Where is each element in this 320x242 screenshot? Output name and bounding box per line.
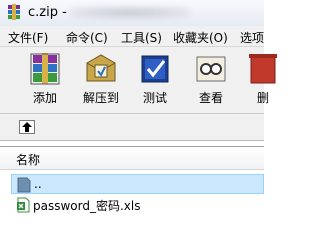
test-archive-icon bbox=[141, 55, 169, 83]
toolbar: 添加 解压到 测试 查看 删 bbox=[0, 47, 277, 114]
winrar-app-icon[interactable] bbox=[6, 4, 22, 23]
menu-bar: 文件(F) 命令(C) 工具(S) 收藏夹(O) 选项 bbox=[0, 26, 264, 47]
excel-file-icon bbox=[16, 197, 30, 216]
menu-file[interactable]: 文件(F) bbox=[8, 29, 48, 46]
extract-to-button[interactable]: 解压到 bbox=[74, 51, 128, 111]
address-bar bbox=[0, 114, 264, 141]
add-button[interactable]: 添加 bbox=[18, 51, 72, 111]
add-archive-icon bbox=[30, 53, 60, 85]
parent-folder-icon bbox=[17, 177, 31, 196]
menu-tools[interactable]: 工具(S) bbox=[121, 29, 162, 46]
add-label: 添加 bbox=[32, 91, 57, 105]
delete-label: 删 bbox=[256, 91, 269, 105]
view-button[interactable]: 查看 bbox=[184, 51, 238, 111]
delete-icon bbox=[249, 54, 277, 84]
view-icon bbox=[196, 56, 226, 82]
list-item[interactable]: password_密码.xls bbox=[11, 195, 264, 215]
list-item-name: .. bbox=[34, 177, 42, 191]
extract-to-label: 解压到 bbox=[82, 91, 119, 105]
list-item-name: password_密码.xls bbox=[33, 199, 141, 213]
redacted-title-area bbox=[70, 6, 190, 20]
column-header-label: 名称 bbox=[16, 153, 41, 167]
window-title: c.zip - bbox=[28, 5, 67, 20]
test-button[interactable]: 测试 bbox=[128, 51, 182, 111]
delete-button[interactable]: 删 bbox=[236, 51, 290, 111]
column-header-name[interactable]: 名称 bbox=[0, 147, 264, 170]
test-label: 测试 bbox=[142, 91, 167, 105]
file-list: 名称 .. password_密码.xls bbox=[0, 146, 264, 242]
menu-commands[interactable]: 命令(C) bbox=[66, 29, 108, 46]
arrow-up-icon bbox=[22, 122, 32, 132]
menu-options[interactable]: 选项 bbox=[240, 29, 264, 46]
list-item[interactable]: .. bbox=[11, 174, 264, 194]
menu-favorites[interactable]: 收藏夹(O) bbox=[173, 29, 228, 46]
view-label: 查看 bbox=[198, 91, 223, 105]
extract-to-icon bbox=[86, 54, 116, 82]
title-bar: c.zip - bbox=[0, 0, 264, 27]
up-one-level-button[interactable] bbox=[19, 120, 35, 134]
